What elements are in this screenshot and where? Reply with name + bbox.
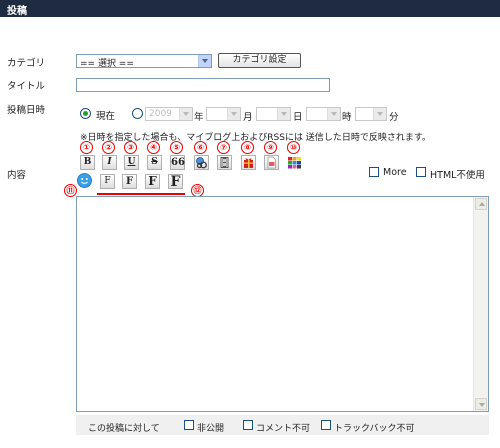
font-size-normal-button[interactable]: F [122,174,137,189]
textarea-scrollbar[interactable] [473,197,488,411]
minute-unit: 分 [389,112,399,123]
page-title: 投稿 [7,6,27,17]
annotation-number: ⑥ [194,141,207,154]
insert-file-button[interactable] [264,155,279,170]
annotation-number: ⑤ [170,141,183,154]
document-icon [267,156,276,169]
year-select-value: 2009 [149,109,172,119]
chevron-down-icon [179,108,192,120]
post-options-label: この投稿に対して [88,424,160,434]
no-comment-checkbox[interactable] [243,420,253,430]
annotation-number: ④ [147,141,160,154]
private-checkbox[interactable] [184,420,194,430]
italic-button[interactable]: I [102,155,117,170]
html-disable-label: HTML不使用 [430,170,485,181]
text-color-button[interactable] [287,155,302,170]
strikethrough-button[interactable]: S [147,155,162,170]
no-comment-label: コメント不可 [256,424,311,434]
annotation-number: ② [102,141,115,154]
chevron-down-icon [327,108,340,120]
post-date-now-radio[interactable] [80,108,91,119]
font-size-xlarge-button[interactable]: F [168,174,183,189]
more-checkbox[interactable] [369,167,379,177]
year-select[interactable]: 2009 [145,107,193,121]
insert-link-button[interactable] [194,155,209,170]
hour-unit: 時 [342,112,352,123]
year-unit: 年 [194,112,204,123]
chevron-down-icon [277,108,290,120]
bold-button[interactable]: B [80,155,95,170]
annotation-underline [97,193,185,195]
content-textarea[interactable] [76,196,489,412]
category-select[interactable]: == 選択 == [76,54,212,69]
annotation-number: ⑨ [264,141,277,154]
annotation-number: ⑦ [217,141,230,154]
chevron-down-icon [373,108,386,120]
category-settings-button[interactable]: カテゴリ設定 [218,53,301,68]
font-size-large-button[interactable]: F [145,174,160,189]
title-label: タイトル [7,81,46,92]
film-icon [220,157,229,168]
day-select[interactable] [256,107,291,121]
minute-select[interactable] [355,107,387,121]
title-input[interactable] [76,78,330,92]
post-date-now-label: 現在 [96,111,116,122]
gift-icon [244,158,253,168]
post-date-specify-radio[interactable] [132,108,143,119]
underline-button[interactable]: U [124,155,139,170]
post-date-label: 投稿日時 [7,105,46,116]
chevron-down-icon [227,108,240,120]
category-label: カテゴリ [7,58,46,69]
smiley-icon [77,173,92,188]
scroll-up-icon[interactable] [475,198,487,210]
month-select[interactable] [206,107,241,121]
quote-button[interactable]: 66 [170,155,185,170]
emoji-button[interactable] [77,173,92,188]
scroll-down-icon[interactable] [475,398,487,410]
annotation-number: ⑩ [287,141,300,154]
chevron-down-icon [198,55,211,67]
category-select-value: == 選択 == [80,59,134,69]
annotation-number: ③ [124,141,137,154]
day-unit: 日 [293,112,303,123]
font-size-small-button[interactable]: F [100,174,115,189]
private-label: 非公開 [197,424,225,434]
more-label: More [383,167,407,178]
hour-select[interactable] [306,107,341,121]
no-trackback-checkbox[interactable] [321,420,331,430]
content-label: 内容 [7,170,27,181]
title-bar: 投稿 [0,0,500,17]
annotation-number: ⑧ [241,141,254,154]
link-icon [196,157,207,169]
no-trackback-label: トラックバック不可 [334,424,415,434]
html-disable-checkbox[interactable] [416,167,426,177]
color-palette-icon [288,157,301,169]
month-unit: 月 [243,112,253,123]
annotation-number: ① [80,141,93,154]
insert-gift-button[interactable] [241,155,256,170]
insert-image-button[interactable] [217,155,232,170]
